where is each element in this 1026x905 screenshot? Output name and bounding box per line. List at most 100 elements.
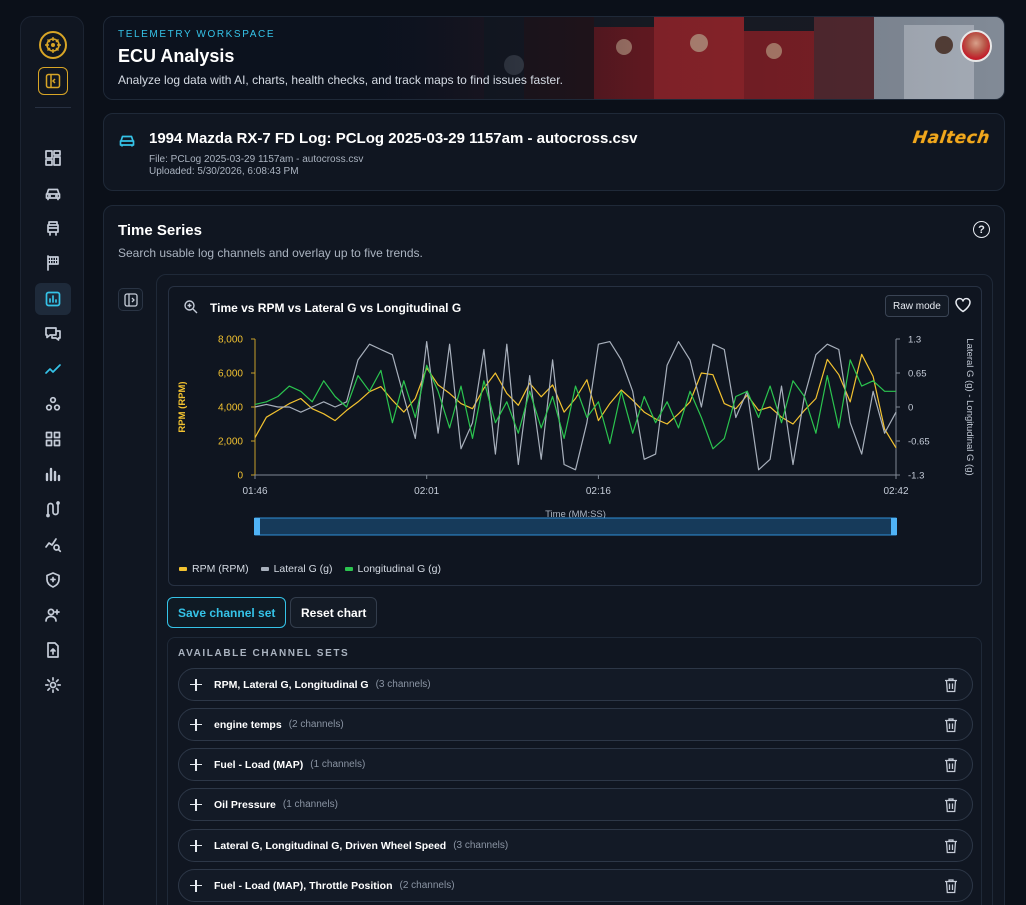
trash-icon[interactable] (944, 677, 958, 693)
plus-icon[interactable] (190, 798, 202, 811)
legend-label: RPM (RPM) (192, 563, 249, 575)
trash-icon[interactable] (944, 878, 958, 894)
time-series-panel: Time Series Search usable log channels a… (103, 205, 1005, 905)
channel-sets-title: AVAILABLE CHANNEL SETS (178, 648, 350, 659)
sidebar-item-grid[interactable] (35, 423, 71, 455)
range-selector-track (254, 517, 897, 536)
log-upload-date: Uploaded: 5/30/2026, 6:08:43 PM (149, 166, 299, 177)
sidebar-item-track[interactable] (35, 247, 71, 279)
sidebar-item-time-series[interactable] (35, 353, 71, 385)
sidebar-item-shapes[interactable] (35, 388, 71, 420)
sidebar-item-dashboard[interactable] (35, 142, 71, 174)
haltech-logo: Haltech (911, 128, 992, 148)
chart-legend: RPM (RPM) Lateral G (g) Longitudinal G (… (179, 563, 441, 575)
channel-set-count: (3 channels) (375, 679, 431, 690)
channel-set-row[interactable]: engine temps (2 channels) (178, 708, 973, 741)
range-handle-left (254, 518, 260, 535)
trash-icon[interactable] (944, 797, 958, 813)
y-axis-label: RPM (RPM) (177, 381, 188, 432)
engine-icon (47, 221, 59, 236)
plus-icon[interactable] (190, 879, 202, 892)
channel-set-count: (1 channels) (282, 799, 338, 810)
series-line-longitudinal-g (254, 359, 896, 450)
sidebar-item-reports[interactable] (35, 458, 71, 490)
y-tick-label: 4,000 (218, 403, 243, 414)
save-channel-set-button[interactable]: Save channel set (167, 597, 287, 628)
shield-icon (46, 572, 60, 588)
channel-set-row[interactable]: Fuel - Load (MAP), Throttle Position (2 … (178, 869, 973, 902)
bar-chart-icon (45, 467, 61, 482)
channel-set-row[interactable]: Oil Pressure (1 channels) (178, 788, 973, 821)
sidebar-item-upload[interactable] (35, 634, 71, 666)
dashboard-icon (45, 150, 61, 166)
legend-swatch (260, 567, 269, 571)
plus-icon[interactable] (190, 839, 202, 852)
channel-set-count: (3 channels) (453, 840, 509, 851)
channel-set-count: (2 channels) (288, 719, 344, 730)
track-icon (46, 501, 60, 518)
y2-tick-label: 0 (908, 403, 913, 414)
sidebar-item-vehicles[interactable] (35, 177, 71, 209)
sidebar-item-health[interactable] (35, 564, 71, 596)
legend-item-lateral-g[interactable]: Lateral G (g) (260, 563, 333, 575)
chat-icon (45, 327, 61, 341)
sidebar-item-diagnostics[interactable] (35, 528, 71, 560)
series-line-lateral-g (254, 341, 897, 471)
legend-item-longitudinal-g[interactable]: Longitudinal G (g) (344, 563, 441, 575)
channel-set-count: (1 channels) (310, 759, 366, 770)
channel-set-name: Fuel - Load (MAP), Throttle Position (214, 879, 393, 892)
channel-set-name: Lateral G, Longitudinal G, Driven Wheel … (214, 839, 447, 852)
chart-workspace: Time vs RPM vs Lateral G vs Longitudinal… (156, 274, 993, 905)
channel-set-name: Oil Pressure (214, 798, 276, 811)
grid-icon (45, 431, 61, 447)
sidebar-toggle-button[interactable] (38, 67, 68, 95)
channel-set-row[interactable]: RPM, Lateral G, Longitudinal G (3 channe… (178, 668, 973, 701)
trash-icon[interactable] (944, 757, 958, 773)
x-tick-label: 02:42 (883, 486, 908, 497)
plus-icon[interactable] (190, 678, 202, 691)
x-tick-label: 02:01 (414, 486, 439, 497)
panel-toggle-icon (45, 73, 61, 89)
app-logo-icon[interactable] (39, 31, 67, 59)
trash-icon[interactable] (944, 717, 958, 733)
y2-tick-label: -0.65 (908, 437, 930, 448)
y2-tick-label: 1.3 (908, 335, 921, 346)
sidebar-item-team[interactable] (35, 599, 71, 631)
plus-icon[interactable] (190, 718, 202, 731)
sidebar-item-analysis[interactable] (35, 283, 71, 315)
time-series-chart[interactable]: 0 2,000 4,000 6,000 8,000 -1.3 -0.65 0 0.65 1.3 01… (169, 287, 983, 559)
channel-set-count: (2 channels) (399, 880, 455, 891)
log-title: 1994 Mazda RX-7 FD Log: PCLog 2025-03-29… (149, 130, 638, 147)
car-icon (119, 135, 135, 147)
y-tick-label: 8,000 (218, 335, 243, 346)
panel-title: Time Series (118, 222, 202, 239)
sidebar-item-engine[interactable] (35, 212, 71, 244)
sidebar-item-track-map[interactable] (35, 493, 71, 525)
y2-tick-label: -1.3 (908, 471, 924, 482)
channel-panel-toggle-button[interactable] (118, 288, 143, 311)
channel-set-row[interactable]: Lateral G, Longitudinal G, Driven Wheel … (178, 829, 973, 862)
avatar[interactable] (960, 30, 992, 62)
x-tick-label: 01:46 (242, 486, 267, 497)
legend-label: Lateral G (g) (273, 563, 333, 575)
panel-subtitle: Search usable log channels and overlay u… (118, 246, 423, 260)
channel-set-row[interactable]: Fuel - Load (MAP) (1 channels) (178, 748, 973, 781)
car-icon (45, 188, 61, 201)
sidebar-item-settings[interactable] (35, 669, 71, 701)
sidebar (20, 16, 84, 905)
page-subtitle: Analyze log data with AI, charts, health… (118, 73, 563, 87)
trash-icon[interactable] (944, 838, 958, 854)
checkered-flag-icon (47, 255, 59, 271)
reset-chart-button[interactable]: Reset chart (290, 597, 378, 628)
log-info-card: 1994 Mazda RX-7 FD Log: PCLog 2025-03-29… (103, 113, 1005, 191)
channel-set-name: RPM, Lateral G, Longitudinal G (214, 678, 369, 691)
banner-kicker: TELEMETRY WORKSPACE (118, 29, 276, 40)
plus-icon[interactable] (190, 758, 202, 771)
legend-item-rpm[interactable]: RPM (RPM) (179, 563, 249, 575)
series-line-rpm (254, 353, 897, 449)
sidebar-item-chat[interactable] (35, 318, 71, 350)
chart-icon (45, 291, 61, 307)
users-icon (45, 608, 60, 622)
log-file-name: File: PCLog 2025-03-29 1157am - autocros… (149, 154, 364, 165)
help-icon[interactable]: ? (973, 221, 990, 238)
